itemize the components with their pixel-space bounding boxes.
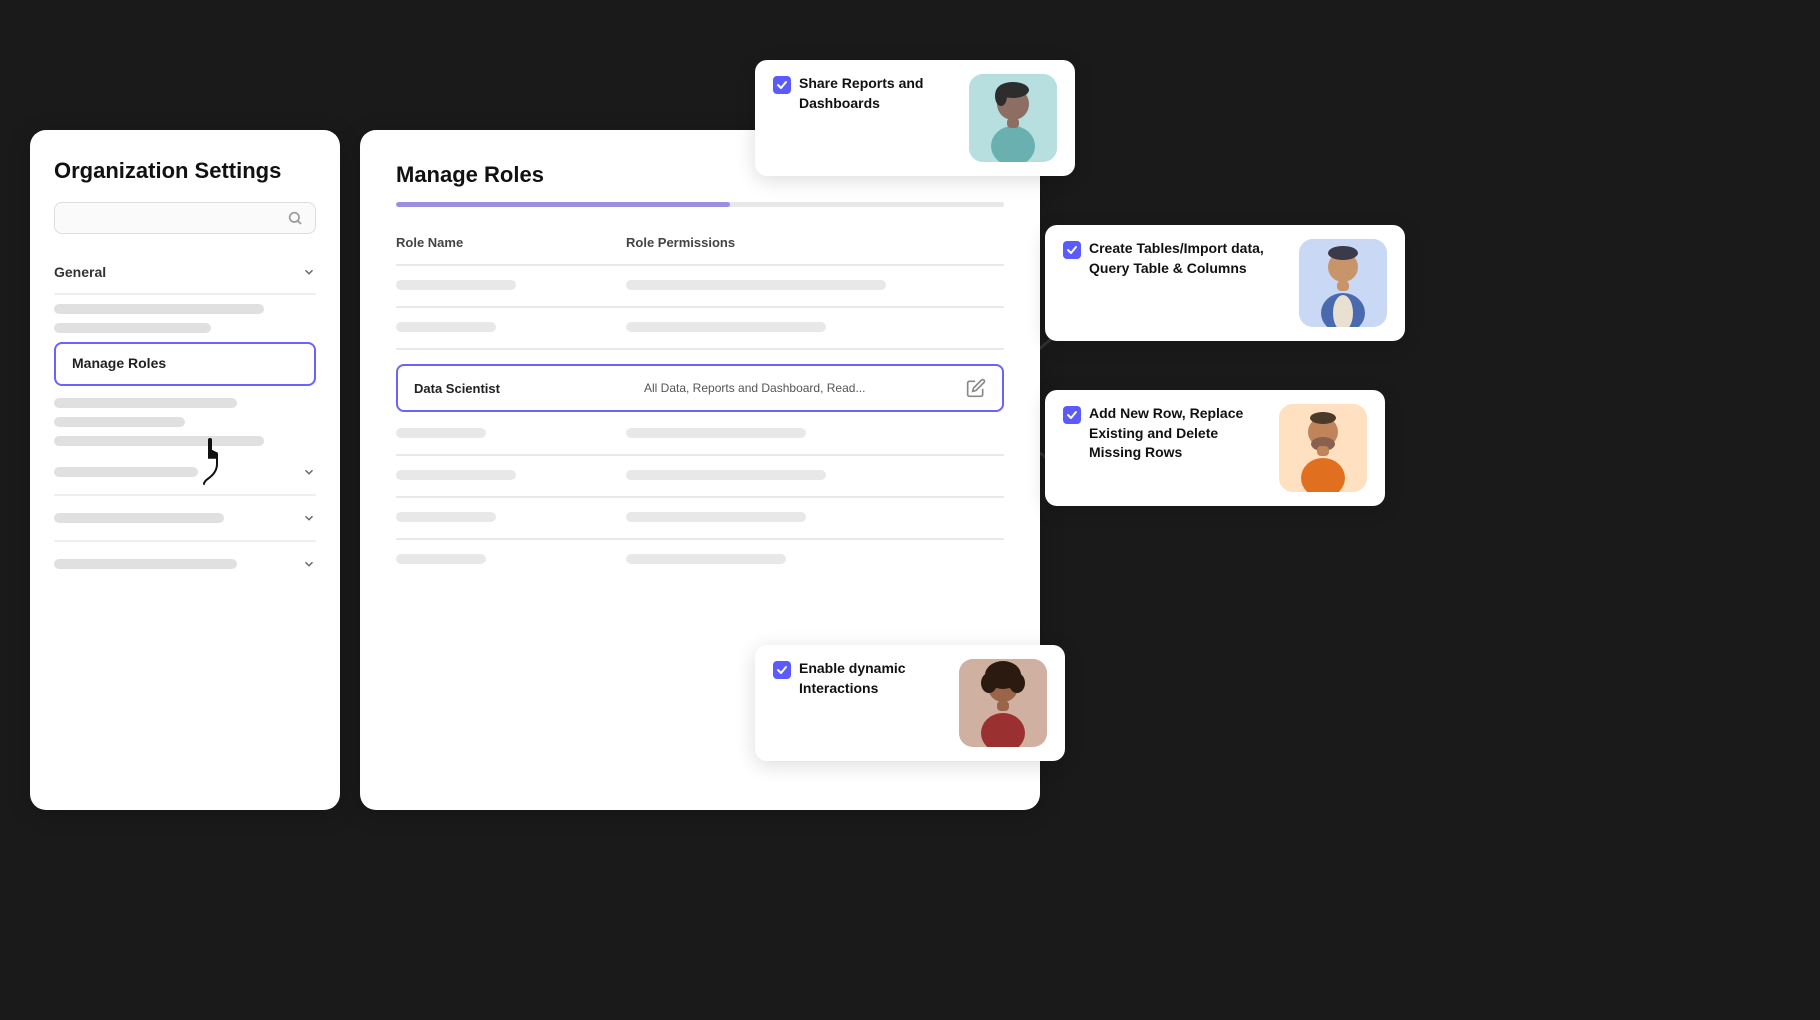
check-icon (1066, 409, 1078, 421)
table-row (396, 470, 1004, 480)
search-icon (287, 210, 303, 226)
row-placeholder-perms (626, 280, 886, 290)
popup-check-row: Enable dynamic Interactions (773, 659, 949, 698)
sidebar-placeholder-item (54, 323, 211, 333)
avatar-figure-1 (969, 74, 1057, 162)
popup-dynamic-text: Enable dynamic Interactions (773, 659, 949, 698)
popup-tables-label: Create Tables/Import data, Query Table &… (1089, 239, 1289, 278)
popup-check-row: Create Tables/Import data, Query Table &… (1063, 239, 1289, 278)
divider-3 (54, 540, 316, 542)
popup-check-row: Share Reports and Dashboards (773, 74, 959, 113)
row-placeholder-perms (626, 428, 806, 438)
sidebar-bar (54, 559, 237, 569)
row-divider (396, 306, 1004, 308)
active-row-permissions: All Data, Reports and Dashboard, Read... (644, 381, 966, 395)
row-divider (396, 348, 1004, 350)
popup-share-label: Share Reports and Dashboards (799, 74, 959, 113)
chevron-down-icon (302, 465, 316, 479)
progress-fill (396, 202, 730, 207)
row-placeholder-perms (626, 322, 826, 332)
row-divider (396, 454, 1004, 456)
row-placeholder-name (396, 322, 496, 332)
active-table-row[interactable]: Data Scientist All Data, Reports and Das… (396, 364, 1004, 412)
check-icon (776, 664, 788, 676)
chevron-down-icon (302, 265, 316, 279)
manage-roles-label: Manage Roles (72, 355, 166, 371)
avatar-figure-3 (1279, 404, 1367, 492)
avatar-2 (1299, 239, 1387, 327)
row-placeholder-name (396, 428, 486, 438)
table-row (396, 428, 1004, 438)
edit-icon[interactable] (966, 378, 986, 398)
popup-check-row: Add New Row, Replace Existing and Delete… (1063, 404, 1269, 463)
popup-add-rows: Add New Row, Replace Existing and Delete… (1045, 390, 1385, 506)
popup-share-text: Share Reports and Dashboards (773, 74, 959, 113)
collapse-row-3[interactable] (54, 547, 316, 581)
row-divider (396, 538, 1004, 540)
progress-bar (396, 202, 1004, 207)
sidebar: Organization Settings General Manage Rol… (30, 130, 340, 810)
chevron-down-icon (302, 511, 316, 525)
popup-rows-label: Add New Row, Replace Existing and Delete… (1089, 404, 1269, 463)
table-row (396, 554, 1004, 564)
table-row (396, 322, 1004, 332)
checkbox-rows[interactable] (1063, 406, 1081, 424)
divider-2 (54, 494, 316, 496)
table-row (396, 512, 1004, 522)
search-input[interactable] (67, 211, 287, 226)
collapse-row-1[interactable] (54, 455, 316, 489)
row-placeholder-name (396, 512, 496, 522)
col-header-role-name: Role Name (396, 235, 626, 250)
table-header-divider (396, 264, 1004, 266)
sidebar-placeholder-item (54, 417, 185, 427)
sidebar-search-box[interactable] (54, 202, 316, 234)
checkbox-dynamic[interactable] (773, 661, 791, 679)
row-placeholder-name (396, 554, 486, 564)
cursor-hand-icon (195, 438, 233, 493)
avatar-1 (969, 74, 1057, 162)
checkbox-tables[interactable] (1063, 241, 1081, 259)
row-placeholder-perms (626, 512, 806, 522)
row-placeholder-perms (626, 554, 786, 564)
sidebar-placeholder-item (54, 398, 237, 408)
col-header-role-permissions: Role Permissions (626, 235, 1004, 250)
sidebar-title: Organization Settings (54, 158, 316, 184)
avatar-4 (959, 659, 1047, 747)
avatar-figure-2 (1299, 239, 1387, 327)
avatar-figure-4 (959, 659, 1047, 747)
chevron-down-icon (302, 557, 316, 571)
sidebar-bar (54, 513, 224, 523)
collapse-row-2[interactable] (54, 501, 316, 535)
general-label: General (54, 264, 106, 280)
avatar-3 (1279, 404, 1367, 492)
popup-dynamic-label: Enable dynamic Interactions (799, 659, 949, 698)
sidebar-bar (54, 467, 198, 477)
popup-tables-text: Create Tables/Import data, Query Table &… (1063, 239, 1289, 278)
table-row (396, 280, 1004, 290)
popup-rows-text: Add New Row, Replace Existing and Delete… (1063, 404, 1269, 463)
divider-1 (54, 293, 316, 295)
sidebar-placeholder-item (54, 304, 264, 314)
row-placeholder-perms (626, 470, 826, 480)
popup-create-tables: Create Tables/Import data, Query Table &… (1045, 225, 1405, 341)
check-icon (776, 79, 788, 91)
row-placeholder-name (396, 470, 516, 480)
sidebar-item-manage-roles[interactable]: Manage Roles (54, 342, 316, 386)
sidebar-section-general: General (54, 256, 316, 333)
check-icon (1066, 244, 1078, 256)
popup-share-reports: Share Reports and Dashboards (755, 60, 1075, 176)
row-placeholder-name (396, 280, 516, 290)
popup-enable-dynamic: Enable dynamic Interactions (755, 645, 1065, 761)
checkbox-share[interactable] (773, 76, 791, 94)
row-divider (396, 496, 1004, 498)
sidebar-sections-below (54, 455, 316, 581)
table-headers: Role Name Role Permissions (396, 235, 1004, 250)
active-row-name: Data Scientist (414, 381, 644, 396)
scene: Organization Settings General Manage Rol… (0, 0, 1820, 1020)
general-header[interactable]: General (54, 256, 316, 288)
